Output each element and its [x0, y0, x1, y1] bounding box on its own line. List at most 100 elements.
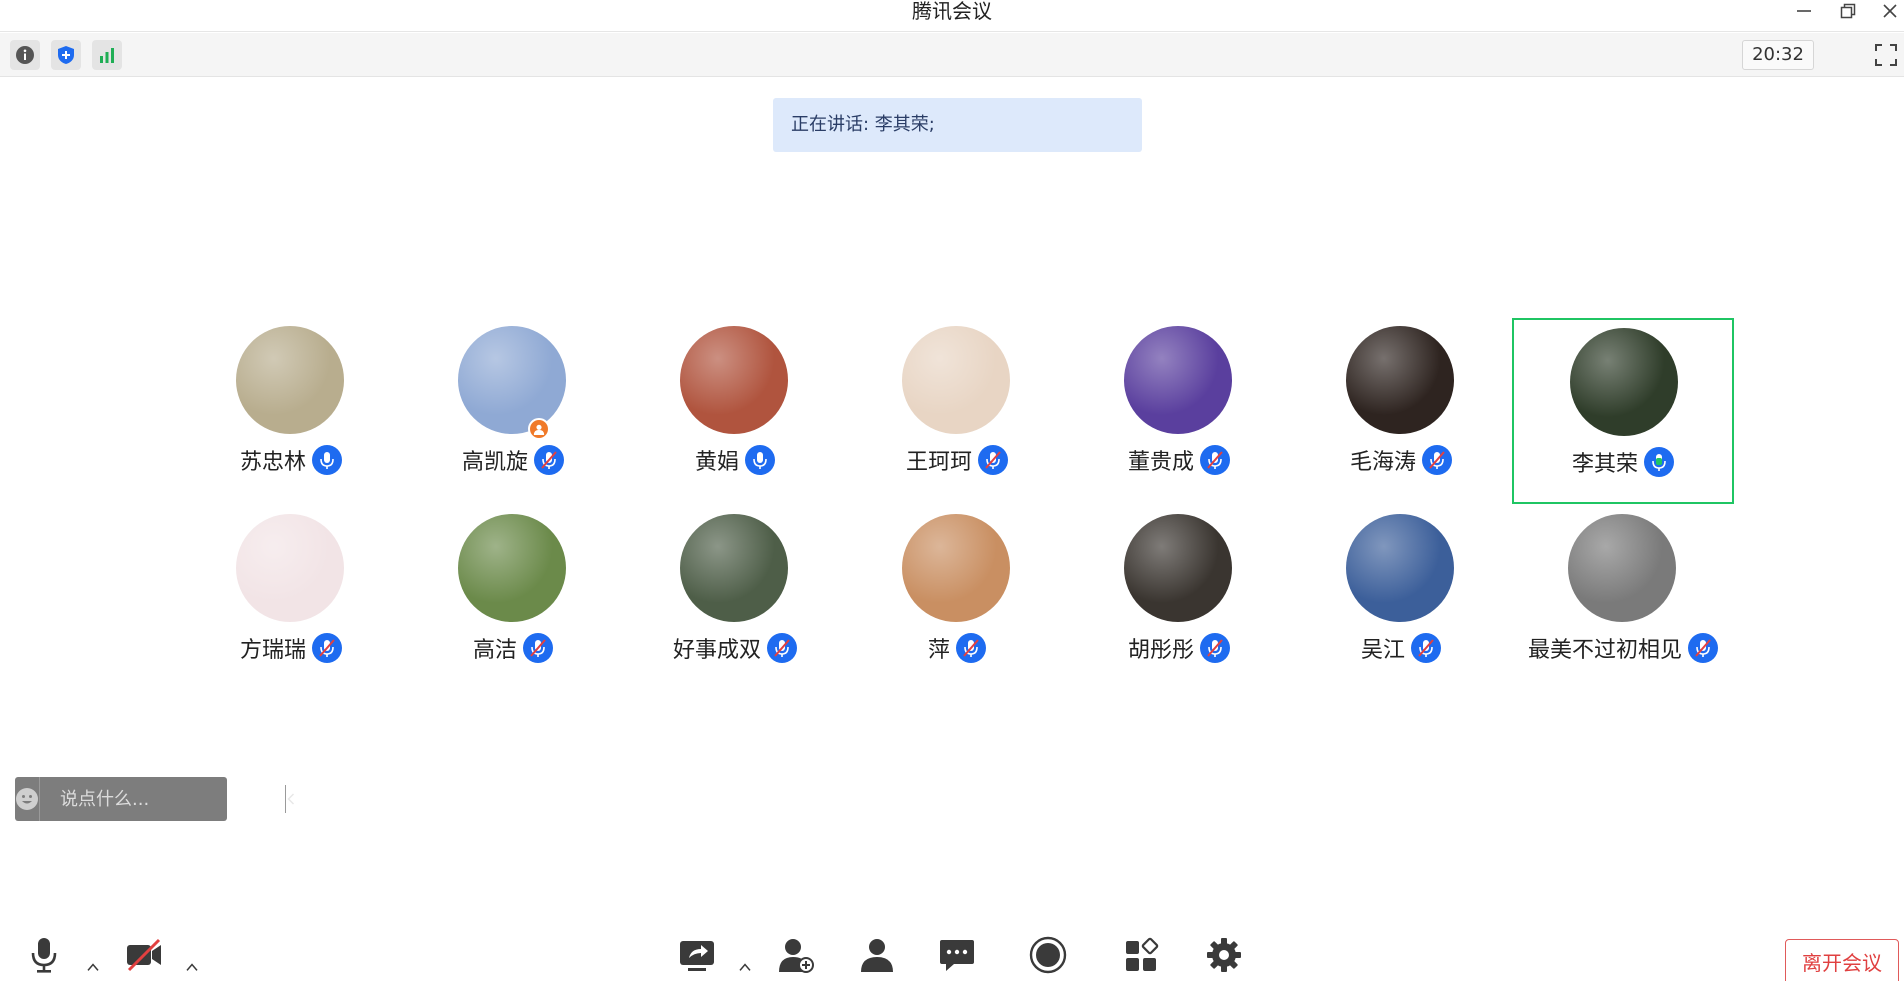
participant-label: 方瑞瑞 — [180, 632, 402, 664]
video-options-chevron-icon[interactable] — [181, 956, 203, 978]
avatar — [1124, 514, 1232, 622]
participant-label: 董贵成 — [1068, 444, 1290, 476]
participant-name: 好事成双 — [672, 638, 761, 663]
avatar — [680, 514, 788, 622]
participant-name: 方瑞瑞 — [239, 638, 306, 663]
mic-muted-icon — [1200, 633, 1230, 663]
participant-label: 好事成双 — [624, 632, 846, 664]
mic-muted-icon — [1200, 445, 1230, 475]
participant-name: 李其荣 — [1571, 452, 1638, 477]
record-icon[interactable] — [1023, 936, 1073, 981]
participant-name: 王珂珂 — [905, 450, 972, 475]
participant-name: 黄娟 — [694, 450, 739, 475]
participant-tile[interactable]: 王珂珂 — [846, 318, 1068, 504]
participant-tile[interactable]: 董贵成 — [1068, 318, 1290, 504]
mic-muted-icon — [1422, 445, 1452, 475]
participant-label: 苏忠林 — [180, 444, 402, 476]
participant-tile[interactable]: 好事成双 — [624, 506, 846, 692]
avatar — [1568, 514, 1676, 622]
invite-icon[interactable] — [771, 936, 821, 981]
chat-input[interactable] — [40, 777, 285, 821]
participant-name: 董贵成 — [1127, 450, 1194, 475]
chat-icon[interactable] — [932, 936, 982, 981]
microphone-icon[interactable] — [19, 936, 69, 981]
window-title: 腾讯会议 — [912, 0, 992, 23]
participant-label: 最美不过初相见 — [1512, 632, 1734, 664]
share-options-chevron-icon[interactable] — [734, 956, 756, 978]
mic-muted-icon — [956, 633, 986, 663]
mic-muted-icon — [312, 633, 342, 663]
mic-icon — [1644, 447, 1674, 477]
participant-tile[interactable]: 李其荣 — [1512, 318, 1734, 504]
participant-label: 王珂珂 — [846, 444, 1068, 476]
participant-tile[interactable]: 方瑞瑞 — [180, 506, 402, 692]
meeting-clock: 20:32 — [1742, 40, 1814, 70]
participant-name: 胡彤彤 — [1127, 638, 1194, 663]
restore-icon[interactable] — [1828, 0, 1868, 22]
title-bar: 腾讯会议 — [0, 0, 1904, 32]
avatar — [902, 326, 1010, 434]
avatar — [902, 514, 1010, 622]
fullscreen-icon[interactable] — [1872, 42, 1900, 68]
mic-muted-icon — [534, 445, 564, 475]
close-icon[interactable] — [1870, 0, 1904, 22]
mic-muted-icon — [1688, 633, 1718, 663]
chat-quick-input — [15, 777, 294, 821]
participant-tile[interactable]: 胡彤彤 — [1068, 506, 1290, 692]
participant-tile[interactable]: 黄娟 — [624, 318, 846, 504]
participant-label: 高凯旋 — [402, 444, 624, 476]
avatar — [236, 514, 344, 622]
mic-icon — [745, 445, 775, 475]
participant-label: 黄娟 — [624, 444, 846, 476]
participant-label: 萍 — [846, 632, 1068, 664]
avatar — [458, 514, 566, 622]
speaking-banner: 正在讲话: 李其荣; — [773, 98, 1142, 152]
host-badge-icon — [528, 418, 550, 440]
apps-icon[interactable] — [1117, 936, 1167, 981]
participant-name: 高洁 — [472, 638, 517, 663]
participant-tile[interactable]: 吴江 — [1290, 506, 1512, 692]
participant-label: 吴江 — [1290, 632, 1512, 664]
signal-icon[interactable] — [92, 40, 122, 70]
chevron-left-icon[interactable] — [285, 785, 296, 813]
participant-name: 高凯旋 — [461, 450, 528, 475]
avatar — [1570, 328, 1678, 436]
participant-name: 最美不过初相见 — [1527, 638, 1682, 663]
minimize-icon[interactable] — [1784, 0, 1824, 22]
participant-name: 吴江 — [1360, 638, 1405, 663]
avatar — [236, 326, 344, 434]
participant-name: 萍 — [927, 638, 950, 663]
mic-muted-icon — [978, 445, 1008, 475]
avatar — [680, 326, 788, 434]
participant-tile[interactable]: 萍 — [846, 506, 1068, 692]
participant-tile[interactable]: 最美不过初相见 — [1512, 506, 1734, 692]
camera-off-icon[interactable] — [119, 936, 169, 981]
leave-meeting-button[interactable]: 离开会议 — [1785, 939, 1899, 981]
avatar — [1346, 514, 1454, 622]
avatar — [458, 326, 566, 434]
mic-muted-icon — [523, 633, 553, 663]
avatar — [1124, 326, 1232, 434]
participant-label: 李其荣 — [1514, 446, 1732, 478]
info-bar: 20:32 — [0, 33, 1904, 77]
participant-label: 高洁 — [402, 632, 624, 664]
participant-tile[interactable]: 毛海涛 — [1290, 318, 1512, 504]
participant-name: 苏忠林 — [239, 450, 306, 475]
shield-icon[interactable] — [51, 40, 81, 70]
mic-icon — [312, 445, 342, 475]
members-icon[interactable] — [852, 936, 902, 981]
mic-muted-icon — [1411, 633, 1441, 663]
avatar — [1346, 326, 1454, 434]
info-icon[interactable] — [10, 40, 40, 70]
mic-muted-icon — [767, 633, 797, 663]
participant-label: 胡彤彤 — [1068, 632, 1290, 664]
participant-name: 毛海涛 — [1349, 450, 1416, 475]
participant-tile[interactable]: 高洁 — [402, 506, 624, 692]
participant-label: 毛海涛 — [1290, 444, 1512, 476]
settings-icon[interactable] — [1199, 936, 1249, 981]
emoji-icon[interactable] — [15, 777, 40, 821]
share-screen-icon[interactable] — [672, 936, 722, 981]
participant-tile[interactable]: 高凯旋 — [402, 318, 624, 504]
mic-options-chevron-icon[interactable] — [82, 956, 104, 978]
participant-tile[interactable]: 苏忠林 — [180, 318, 402, 504]
